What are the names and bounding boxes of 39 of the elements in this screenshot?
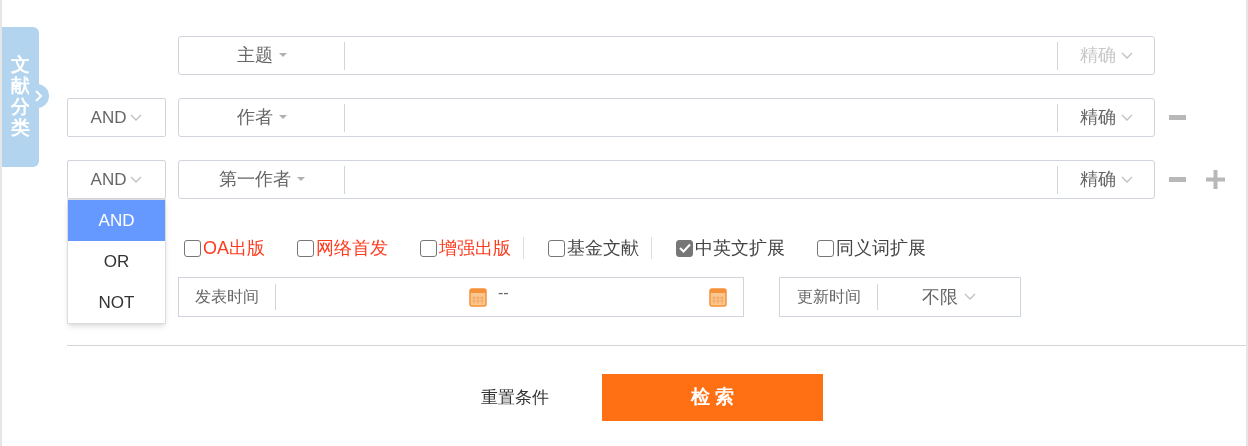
checkbox-label[interactable]: 基金文献	[567, 234, 639, 262]
checkbox-label[interactable]: 增强出版	[439, 234, 511, 262]
checkbox[interactable]	[420, 239, 437, 257]
checkbox[interactable]	[184, 239, 201, 257]
range-separator: --	[498, 283, 509, 303]
caret-icon	[278, 115, 287, 120]
calendar-icon	[709, 287, 727, 307]
logic-select[interactable]: AND	[67, 98, 166, 137]
logic-select[interactable]: AND	[67, 160, 166, 199]
field-select[interactable]: 作者	[179, 104, 344, 131]
checkbox[interactable]	[817, 239, 834, 257]
caret-icon	[1120, 175, 1133, 184]
field-select[interactable]: 主题	[179, 42, 344, 69]
dropdown-option[interactable]: OR	[68, 241, 165, 282]
field-select[interactable]: 第一作者	[179, 166, 344, 193]
caret-icon	[1120, 51, 1133, 60]
date-range-field[interactable]: 发表时间 --	[178, 277, 744, 317]
caret-icon	[130, 113, 143, 122]
update-time-select[interactable]: 更新时间 不限	[779, 277, 1021, 317]
caret-icon	[1120, 113, 1133, 122]
match-select[interactable]: 精确	[1058, 166, 1154, 193]
checkbox-label[interactable]: 网络首发	[316, 234, 388, 262]
checkbox-label[interactable]: 同义词扩展	[836, 234, 926, 262]
caret-icon	[278, 53, 287, 58]
caret-icon	[296, 177, 305, 182]
checkbox[interactable]	[297, 239, 314, 257]
search-field[interactable]: 作者 精确	[178, 98, 1155, 137]
checkbox[interactable]	[676, 239, 693, 257]
checkbox-label[interactable]: OA出版	[203, 234, 265, 262]
caret-icon	[964, 293, 976, 301]
match-select[interactable]: 精确	[1058, 104, 1154, 131]
dropdown-option[interactable]: NOT	[68, 282, 165, 323]
search-field[interactable]: 第一作者 精确	[178, 160, 1155, 199]
calendar-icon	[469, 287, 487, 307]
checkbox[interactable]	[548, 239, 565, 257]
reset-button[interactable]: 重置条件	[481, 384, 549, 411]
caret-icon	[130, 175, 143, 184]
select-value: 不限	[922, 285, 958, 309]
checkbox-label[interactable]: 中英文扩展	[695, 234, 785, 262]
